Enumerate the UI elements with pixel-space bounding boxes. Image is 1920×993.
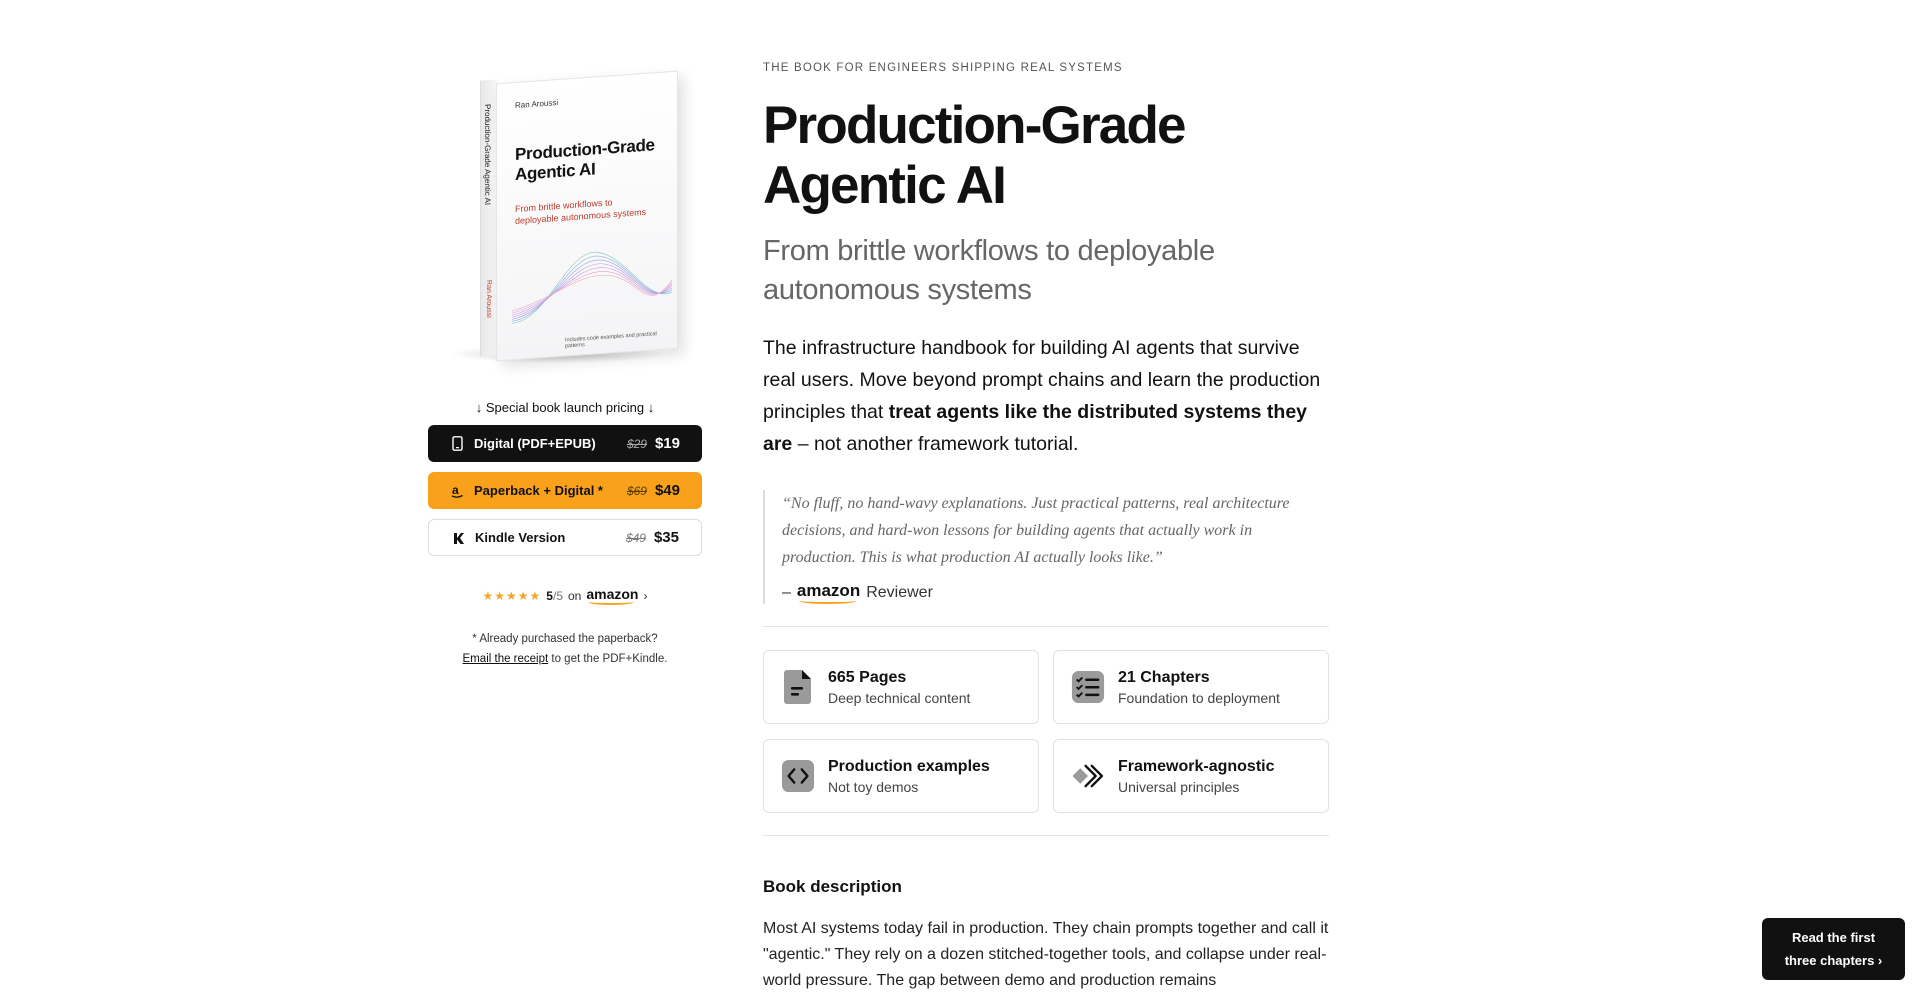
float-line1: Read the first xyxy=(1791,930,1876,945)
quote-role: Reviewer xyxy=(866,583,933,601)
document-icon xyxy=(781,668,815,706)
divider xyxy=(763,626,1329,627)
intro-paragraph: The infrastructure handbook for building… xyxy=(763,332,1329,460)
rating-on: on xyxy=(568,588,582,603)
digital-old-price: $29 xyxy=(626,436,647,451)
paperback-note: * Already purchased the paperback? Email… xyxy=(428,629,702,669)
note-line2: to get the PDF+Kindle. xyxy=(548,653,668,665)
feature-title: Framework-agnostic xyxy=(1118,757,1275,775)
chevron-right-icon: › xyxy=(643,588,648,603)
page-subtitle: From brittle workflows to deployable aut… xyxy=(763,235,1215,306)
quote-dash: – xyxy=(782,583,791,601)
paperback-old-price: $69 xyxy=(626,483,647,498)
float-line2: three chapters › xyxy=(1784,953,1883,968)
feature-card-framework: Framework-agnostic Universal principles xyxy=(1053,739,1329,813)
description-text: Most AI systems today fail in production… xyxy=(763,920,1329,989)
book-cover: Production-Grade Agentic AI Ran Aroussi … xyxy=(428,60,702,370)
digital-new-price: $19 xyxy=(654,435,680,452)
cover-footer: Includes code examples and practical pat… xyxy=(565,331,657,350)
feature-title: 665 Pages xyxy=(828,668,907,686)
description-heading: Book description xyxy=(763,877,902,896)
email-receipt-link[interactable]: Email the receipt xyxy=(463,653,549,665)
digital-label: Digital (PDF+EPUB) xyxy=(474,436,596,451)
feature-title: Production examples xyxy=(828,757,990,775)
review-quote: “No fluff, no hand-wavy explanations. Ju… xyxy=(763,490,1329,604)
feature-card-pages: 665 Pages Deep technical content xyxy=(763,650,1039,724)
quote-text: “No fluff, no hand-wavy explanations. Ju… xyxy=(782,495,1290,566)
cover-subtitle: From brittle workflows to deployable aut… xyxy=(515,197,647,227)
amazon-logo: amazon xyxy=(797,581,860,604)
feature-subtitle: Not toy demos xyxy=(828,778,919,795)
title-line1: Production-Grade xyxy=(763,96,1187,155)
amazon-logo: amazon xyxy=(586,586,638,605)
quote-attribution: – amazon Reviewer xyxy=(782,581,1329,604)
amazon-icon: a xyxy=(450,483,464,499)
phone-icon xyxy=(450,436,464,452)
cover-author: Ran Aroussi xyxy=(515,98,559,111)
checklist-icon xyxy=(1071,668,1105,706)
launch-pricing-label: ↓ Special book launch pricing ↓ xyxy=(475,400,655,415)
star-rating-icon: ★★★★★ xyxy=(482,588,542,603)
buy-kindle-button[interactable]: Kindle Version $49 $35 xyxy=(428,519,702,556)
amazon-rating-link[interactable]: ★★★★★ 5 /5 on amazon › xyxy=(428,586,702,605)
read-chapters-button[interactable]: Read the first three chapters › xyxy=(1762,918,1905,980)
cover-front: Ran Aroussi Production-Grade Agentic AI … xyxy=(496,70,678,362)
rating-max: /5 xyxy=(552,588,563,603)
title-line2: Agentic AI xyxy=(763,156,1007,215)
cover-title: Production-Grade Agentic AI xyxy=(515,135,655,185)
paperback-label: Paperback + Digital * xyxy=(474,483,603,498)
feature-title: 21 Chapters xyxy=(1118,668,1210,686)
buy-digital-button[interactable]: Digital (PDF+EPUB) $29 $19 xyxy=(428,425,702,462)
cover-wave-art xyxy=(511,251,673,324)
feature-subtitle: Universal principles xyxy=(1118,778,1240,795)
spine-title: Production-Grade Agentic AI xyxy=(483,103,492,206)
feature-card-examples: Production examples Not toy demos xyxy=(763,739,1039,813)
kindle-old-price: $49 xyxy=(625,530,646,545)
buy-paperback-button[interactable]: a Paperback + Digital * $69 $49 xyxy=(428,472,702,509)
divider xyxy=(763,835,1329,836)
hero-column: THE BOOK FOR ENGINEERS SHIPPING REAL SYS… xyxy=(763,62,1329,993)
kindle-icon xyxy=(451,530,465,546)
kindle-new-price: $35 xyxy=(653,529,679,546)
spine-author: Ran Aroussi xyxy=(485,279,492,319)
rating-score: 5 xyxy=(546,588,553,603)
frameworks-icon xyxy=(1071,757,1105,795)
svg-text:a: a xyxy=(452,484,459,497)
feature-grid: 665 Pages Deep technical content 21 Chap… xyxy=(763,650,1329,813)
feature-subtitle: Deep technical content xyxy=(828,689,971,706)
feature-subtitle: Foundation to deployment xyxy=(1118,689,1280,706)
code-icon xyxy=(781,757,815,795)
purchase-column: Production-Grade Agentic AI Ran Aroussi … xyxy=(428,60,702,669)
kindle-label: Kindle Version xyxy=(475,530,566,545)
feature-card-chapters: 21 Chapters Foundation to deployment xyxy=(1053,650,1329,724)
eyebrow: THE BOOK FOR ENGINEERS SHIPPING REAL SYS… xyxy=(763,62,1123,74)
note-line1: * Already purchased the paperback? xyxy=(472,633,658,645)
intro-text-b: – not another framework tutorial. xyxy=(792,433,1079,455)
paperback-new-price: $49 xyxy=(654,482,680,499)
page-title: Production-Grade Agentic AI xyxy=(763,96,1329,216)
